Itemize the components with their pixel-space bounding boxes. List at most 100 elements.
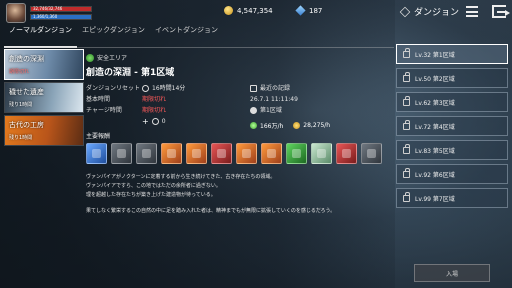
dungeon-item-abyss[interactable]: 創造の深淵 期限切れ	[4, 49, 84, 80]
rate-stats: 166万/h 28,275/h	[250, 121, 330, 130]
area-item[interactable]: Lv.50 第2区域	[396, 68, 508, 88]
area-item[interactable]: Lv.92 第6区域	[396, 164, 508, 184]
area-item[interactable]: Lv.62 第3区域	[396, 92, 508, 112]
top-bar: 32,746/32,746 1,360/1,360 4,547,354 187 …	[0, 0, 512, 24]
dungeon-item-workshop[interactable]: 古代の工房 残り1時間	[4, 115, 84, 146]
charge-time-value: 期限切れ	[142, 107, 167, 114]
dungeon-item-name: 創造の深淵	[9, 55, 44, 63]
hamburger-menu-icon[interactable]	[466, 6, 478, 17]
lock-icon	[403, 191, 410, 202]
safe-area-badge: 安全エリア	[86, 53, 127, 62]
area-label: Lv.32 第1区域	[415, 51, 455, 59]
hp-text: 32,746/32,746	[33, 6, 63, 11]
chest-icon[interactable]	[186, 143, 207, 164]
area-item[interactable]: Lv.83 第5区域	[396, 140, 508, 160]
base-time-value: 期限切れ	[142, 96, 167, 103]
description-line: ヴァンパイアですら、この地ではただの余所者に過ぎない。	[86, 183, 221, 189]
record-label: 最近の記録	[260, 85, 291, 92]
gem-currency: 187	[295, 5, 323, 16]
record-icon	[250, 85, 257, 92]
tab-normal-dungeon[interactable]: ノーマルダンジョン	[4, 24, 77, 48]
tabs-divider	[4, 47, 394, 48]
description-line: 理を超越した存在たちが築き上げた建造物が待っている。	[86, 192, 216, 198]
dungeon-name: 創造の深淵 - 第1区域	[86, 68, 175, 78]
pale-orb-icon[interactable]	[311, 143, 332, 164]
gold-rate-value: 28,275/h	[303, 122, 331, 129]
dungeon-item-status: 残り1時間	[9, 135, 33, 141]
dungeon-description: ヴァンパイアがノクターンに定着する前から生き続けてきた、古き存在たちの領域。 ヴァ…	[86, 173, 386, 216]
area-item[interactable]: Lv.32 第1区域	[396, 44, 508, 64]
exp-icon	[250, 122, 257, 129]
lock-icon	[403, 167, 410, 178]
rewards-title: 主要報酬	[86, 133, 111, 140]
page-title: ダンジョン	[399, 5, 460, 18]
record-time: 26.7.1 11:11:49	[250, 96, 298, 103]
area-label: Lv.99 第7区域	[415, 195, 455, 203]
clock-icon	[142, 85, 149, 92]
status-bars: 32,746/32,746 1,360/1,360	[30, 6, 92, 20]
lock-icon	[403, 95, 410, 106]
clock-icon	[151, 118, 159, 125]
exp-rate-value: 166万/h	[260, 123, 284, 130]
rewards-list	[86, 143, 382, 164]
chest-icon[interactable]	[161, 143, 182, 164]
green-orb-icon[interactable]	[286, 143, 307, 164]
description-line: ヴァンパイアがノクターンに定着する前から生き続けてきた、古き存在たちの領域。	[86, 174, 276, 180]
gold-coin-icon	[224, 6, 233, 15]
charge-count-group: + 0	[142, 116, 166, 127]
dungeon-list: 創造の深淵 期限切れ 穢せた遺産 残り1時間 古代の工房 残り1時間	[4, 49, 84, 148]
chest-icon[interactable]	[236, 143, 257, 164]
gem-amount: 187	[309, 6, 323, 15]
area-label: Lv.83 第5区域	[415, 147, 455, 155]
gold-amount: 4,547,354	[237, 6, 273, 15]
area-label: Lv.62 第3区域	[415, 99, 455, 107]
page-title-text: ダンジョン	[414, 8, 460, 18]
lock-icon	[403, 71, 410, 82]
player-avatar[interactable]	[6, 3, 26, 23]
dungeon-item-name: 穢せた遺産	[9, 88, 44, 96]
blue-crystal-icon[interactable]	[86, 143, 107, 164]
area-label: Lv.92 第6区域	[415, 171, 455, 179]
charge-count: 0	[161, 118, 166, 125]
location-pin-icon	[250, 107, 257, 114]
gold-currency: 4,547,354	[224, 6, 273, 15]
chest-icon[interactable]	[261, 143, 282, 164]
red-flower-icon[interactable]	[336, 143, 357, 164]
scroll-icon[interactable]	[361, 143, 382, 164]
area-item[interactable]: Lv.99 第7区域	[396, 188, 508, 208]
description-line: 果てしなく繁栄するこの自然の中に足を踏み入れた者は、精神までもが無限に拡張してい…	[86, 208, 336, 214]
green-gem-icon[interactable]	[111, 143, 132, 164]
hp-bar: 32,746/32,746	[30, 6, 92, 12]
tab-epic-dungeon[interactable]: エピックダンジョン	[77, 24, 150, 48]
dungeon-item-status: 期限切れ	[9, 69, 30, 75]
lock-icon	[403, 47, 410, 58]
mp-bar: 1,360/1,360	[30, 14, 92, 20]
area-list: Lv.32 第1区域 Lv.50 第2区域 Lv.62 第3区域 Lv.72 第4区域…	[396, 44, 508, 212]
dungeon-item-name: 古代の工房	[9, 121, 44, 129]
red-chest-icon[interactable]	[211, 143, 232, 164]
charge-spacer	[86, 116, 142, 127]
plus-icon[interactable]: +	[142, 117, 149, 126]
player-status: 32,746/32,746 1,360/1,360	[6, 3, 92, 23]
reset-label: ダンジョンリセット	[86, 85, 141, 92]
area-label: Lv.50 第2区域	[415, 75, 455, 83]
dungeon-times: ダンジョンリセット 16時間14分 基本時間 期限切れ チャージ時間 期限切れ …	[86, 83, 185, 127]
enter-button[interactable]: 入場	[414, 264, 490, 282]
tab-event-dungeon[interactable]: イベントダンジョン	[150, 24, 223, 48]
ore-icon[interactable]	[136, 143, 157, 164]
dungeon-item-legacy[interactable]: 穢せた遺産 残り1時間	[4, 82, 84, 113]
area-label: Lv.72 第4区域	[415, 123, 455, 131]
exp-rate: 166万/h	[250, 121, 283, 130]
lock-icon	[403, 143, 410, 154]
gold-rate: 28,275/h	[293, 122, 330, 129]
recent-record: 最近の記録 26.7.1 11:11:49 第1区域	[250, 83, 298, 116]
exit-icon[interactable]	[492, 5, 510, 18]
dungeon-item-status: 残り1時間	[9, 102, 33, 108]
area-item[interactable]: Lv.72 第4区域	[396, 116, 508, 136]
gold-coin-icon	[293, 122, 301, 129]
dungeon-tabs: ノーマルダンジョン エピックダンジョン イベントダンジョン	[4, 24, 223, 48]
safe-area-icon	[86, 53, 94, 62]
charge-time-label: チャージ時間	[86, 107, 122, 114]
reset-value-group: 16時間14分	[142, 83, 185, 94]
base-time-label: 基本時間	[86, 96, 111, 103]
